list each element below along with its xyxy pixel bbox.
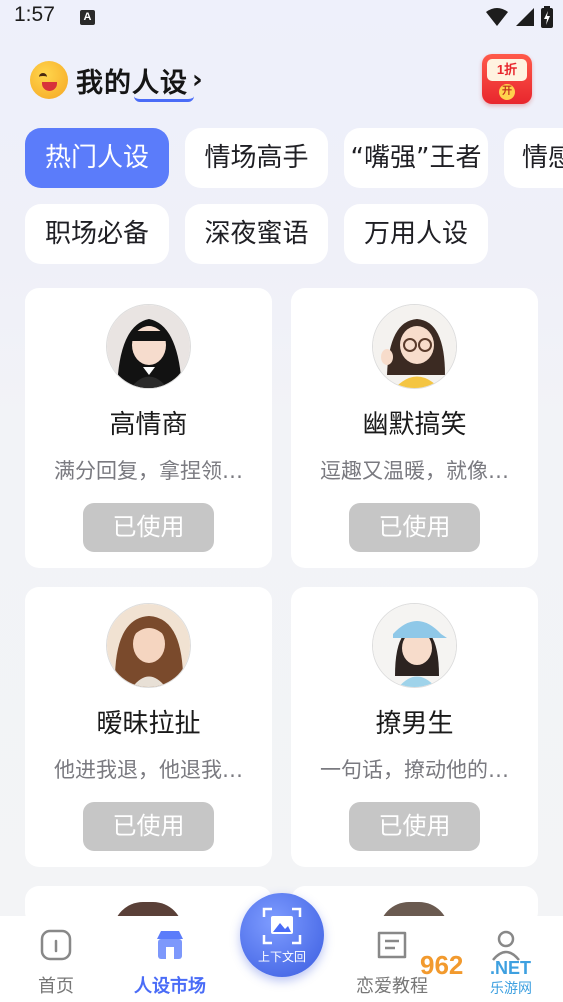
card-title: 幽默搞笑	[362, 410, 467, 440]
wifi-icon	[486, 8, 508, 26]
promo-open-badge: 开	[499, 84, 515, 100]
tab-late-night[interactable]: 深夜蜜语	[185, 204, 328, 264]
discount-promo-button[interactable]: 1折 开	[482, 54, 532, 104]
avatar	[106, 603, 191, 688]
used-button[interactable]: 已使用	[83, 802, 214, 851]
persona-card[interactable]: 高情商 满分回复，拿捏领… 已使用	[25, 288, 272, 568]
card-title: 暧昧拉扯	[96, 709, 201, 739]
card-description: 一句话，撩动他的…	[320, 758, 509, 782]
nav-home-label: 首页	[38, 976, 74, 997]
category-tabs: 热门人设 情场高手 “嘴强”王者 情感 职场必备 深夜蜜语 万用人设	[0, 128, 563, 268]
avatar	[106, 304, 191, 389]
card-description: 逗趣又温暖，就像…	[320, 459, 509, 483]
nav-home[interactable]: 首页	[6, 924, 106, 1002]
tab-universal[interactable]: 万用人设	[344, 204, 488, 264]
status-icons	[485, 6, 553, 28]
used-button[interactable]: 已使用	[349, 802, 480, 851]
card-title: 高情商	[109, 410, 188, 440]
tab-emotion[interactable]: 情感	[504, 128, 563, 188]
card-description: 他进我退，他退我…	[54, 758, 243, 782]
nav-persona-market[interactable]: 人设市场	[120, 924, 220, 1002]
status-bar: 1:57 A	[0, 0, 563, 36]
promo-text: 1折	[487, 59, 527, 81]
my-persona-header[interactable]: 我的人设 ›	[30, 58, 203, 102]
watermark-number: 962	[420, 950, 464, 980]
persona-card[interactable]: 幽默搞笑 逗趣又温暖，就像… 已使用	[291, 288, 538, 568]
notification-icon: A	[80, 10, 95, 25]
laughing-emoji-icon	[30, 61, 68, 99]
watermark-sub: 乐游网	[490, 981, 532, 997]
signal-icon	[516, 8, 534, 26]
image-scan-icon	[262, 907, 302, 945]
chevron-right-icon: ›	[192, 65, 203, 95]
tab-workplace[interactable]: 职场必备	[25, 204, 169, 264]
site-watermark: 962 .NET 乐游网	[420, 950, 560, 998]
title-underline	[134, 96, 194, 102]
tab-hot-persona[interactable]: 热门人设	[25, 128, 169, 188]
persona-card[interactable]: 暧昧拉扯 他进我退，他退我… 已使用	[25, 587, 272, 867]
used-button[interactable]: 已使用	[83, 503, 214, 552]
page-title: 我的人设	[76, 67, 188, 99]
used-button[interactable]: 已使用	[349, 503, 480, 552]
nav-persona-market-label: 人设市场	[134, 976, 206, 997]
persona-card[interactable]: 撩男生 一句话，撩动他的… 已使用	[291, 587, 538, 867]
status-time: 1:57	[14, 3, 55, 26]
tab-love-master[interactable]: 情场高手	[185, 128, 328, 188]
tab-witty-talker[interactable]: “嘴强”王者	[344, 128, 488, 188]
book-icon	[377, 931, 407, 959]
card-title: 撩男生	[375, 709, 454, 739]
card-description: 满分回复，拿捏领…	[54, 459, 243, 483]
battery-icon	[541, 6, 553, 28]
context-reply-button[interactable]: 上下文回	[240, 893, 324, 977]
home-icon	[40, 929, 72, 961]
avatar	[372, 603, 457, 688]
store-icon	[157, 931, 183, 959]
watermark-domain: .NET	[490, 958, 532, 978]
center-button-label: 上下文回	[257, 950, 306, 964]
avatar	[372, 304, 457, 389]
